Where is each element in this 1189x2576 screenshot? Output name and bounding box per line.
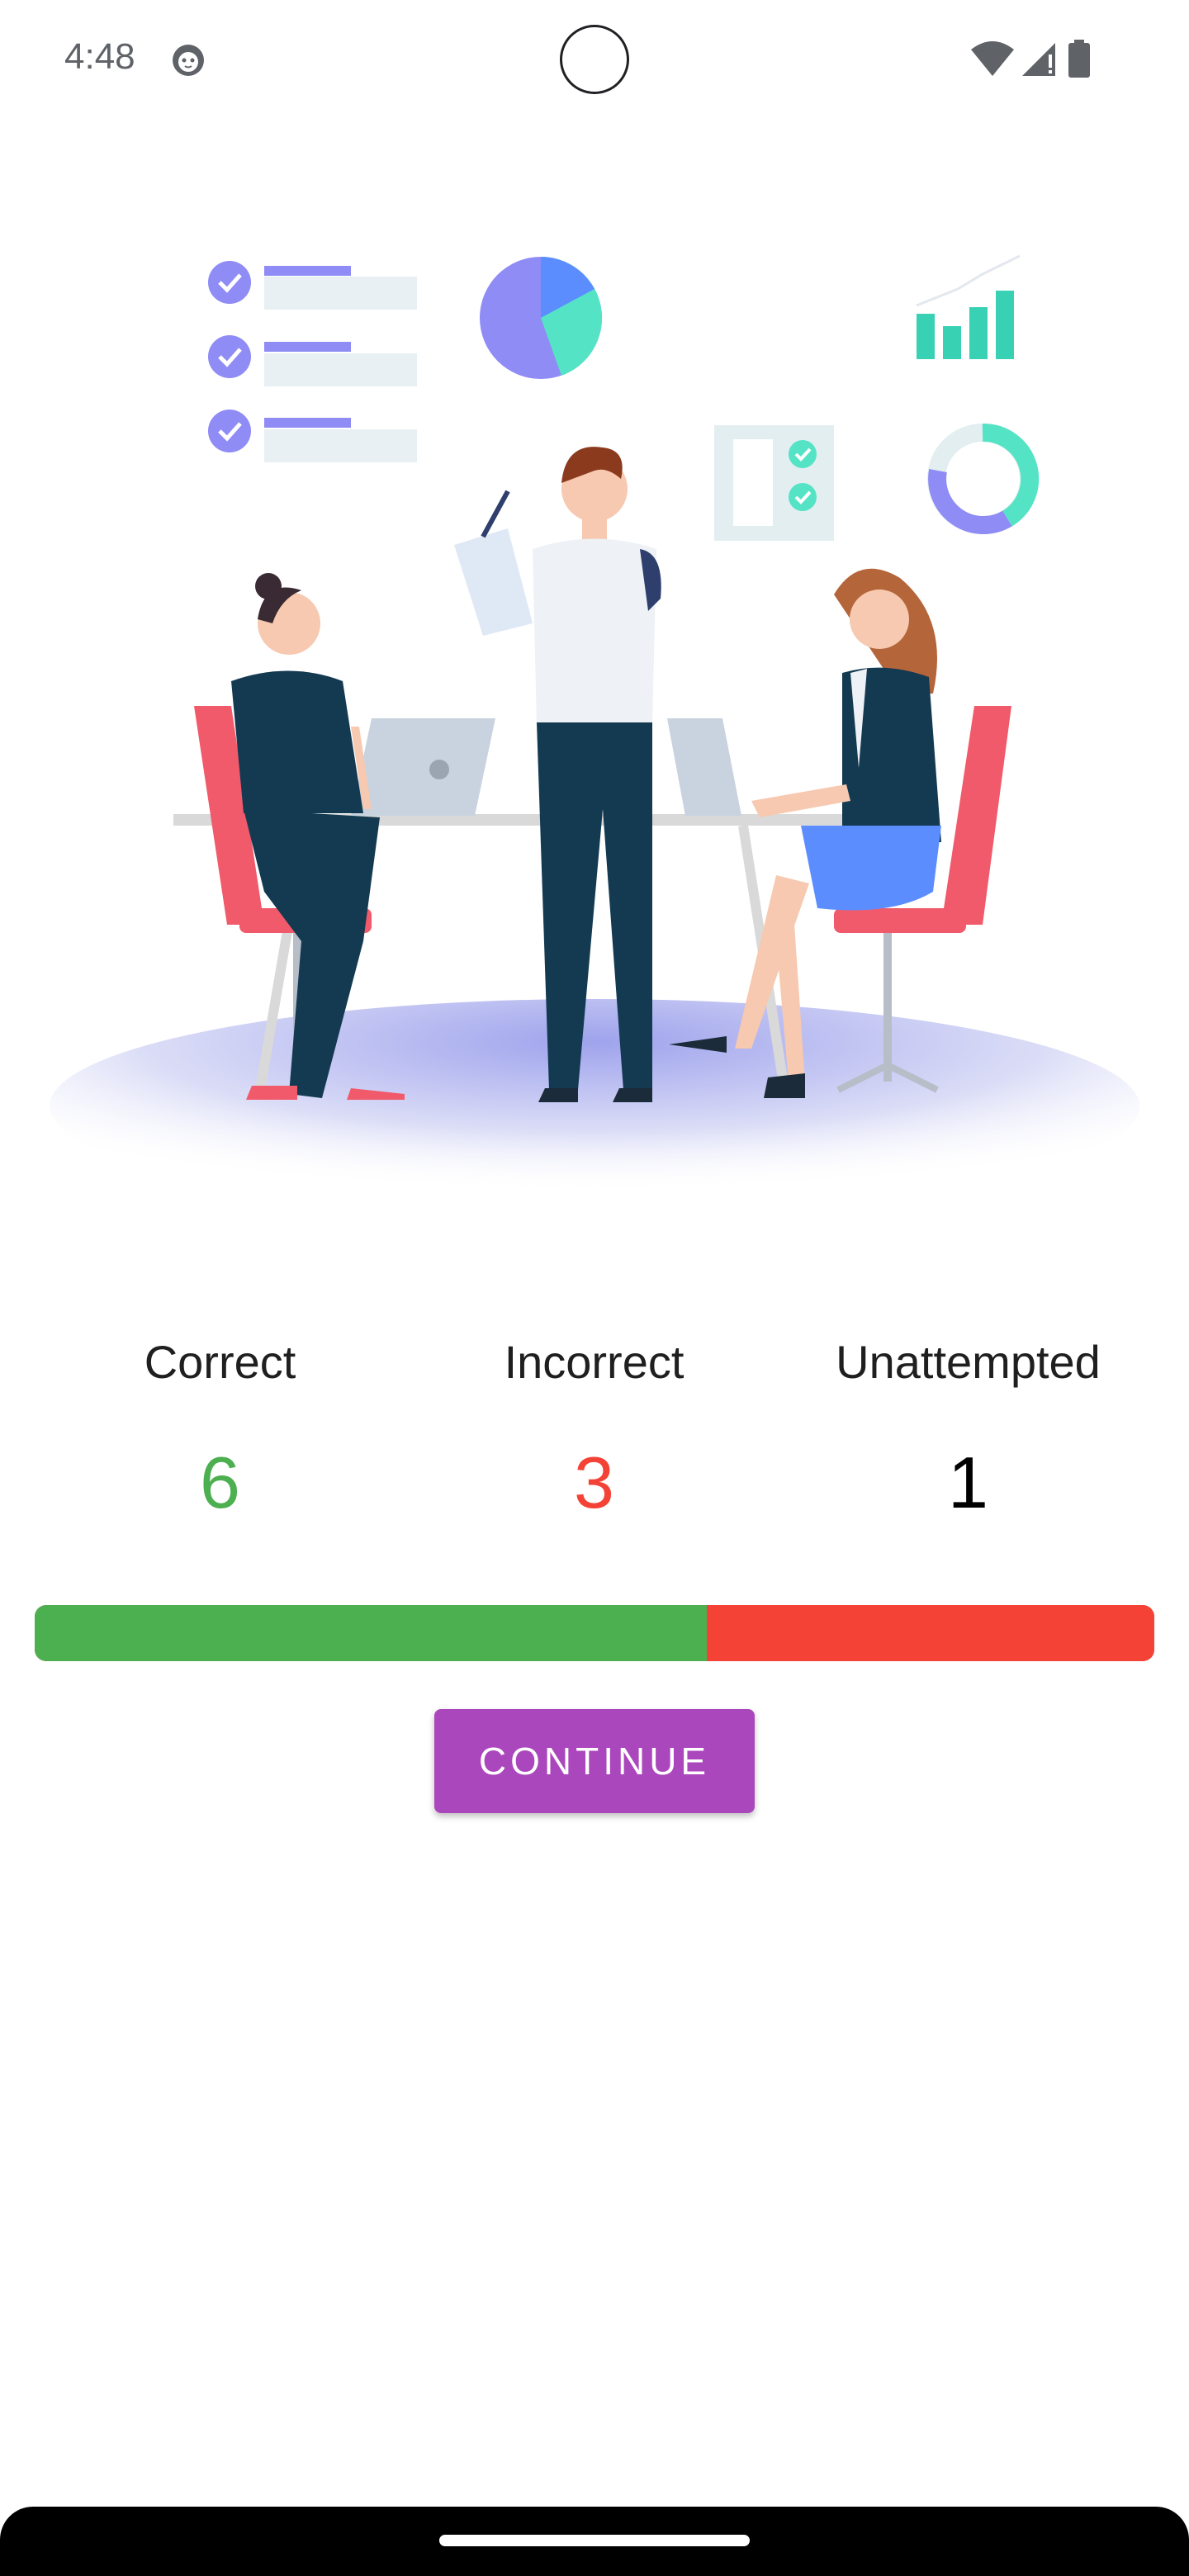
- man-standing-graphic: [454, 447, 661, 1090]
- correct-stat: Correct 6: [33, 1329, 407, 1524]
- pie-chart-graphic: [480, 257, 603, 379]
- correct-count: 6: [200, 1442, 240, 1523]
- home-handle[interactable]: [439, 2535, 750, 2546]
- wifi-icon: [971, 41, 1014, 76]
- progress-unattempted-segment: [1042, 1605, 1154, 1661]
- gesture-navigation-bar: [0, 2507, 1189, 2576]
- progress-correct-segment: [35, 1605, 707, 1661]
- continue-button[interactable]: CONTINUE: [434, 1709, 755, 1813]
- status-time: 4:48: [64, 36, 135, 77]
- team-meeting-illustration: [50, 254, 1139, 1214]
- camera-cutout: [560, 25, 629, 94]
- results-summary: Correct 6 Incorrect 3 Unattempted 1: [33, 1329, 1156, 1536]
- incorrect-count: 3: [574, 1442, 614, 1523]
- progress-incorrect-segment: [706, 1605, 1043, 1661]
- incorrect-label: Incorrect: [504, 1336, 685, 1388]
- bar-chart-graphic: [916, 254, 1021, 359]
- donut-chart-graphic: [927, 423, 1040, 535]
- unattempted-stat: Unattempted 1: [781, 1329, 1155, 1524]
- cat-face-icon: [173, 45, 204, 76]
- correct-label: Correct: [144, 1336, 296, 1388]
- unattempted-label: Unattempted: [836, 1336, 1101, 1388]
- unattempted-count: 1: [948, 1442, 988, 1523]
- checklist-graphic: [208, 261, 417, 462]
- signal-icon: [1022, 43, 1055, 76]
- form-card-graphic: [714, 425, 834, 541]
- status-bar: 4:48: [0, 0, 1189, 116]
- status-icons: [969, 40, 1110, 79]
- score-progress-bar: [35, 1605, 1154, 1661]
- incorrect-stat: Incorrect 3: [407, 1329, 781, 1524]
- battery-icon: [1068, 40, 1090, 78]
